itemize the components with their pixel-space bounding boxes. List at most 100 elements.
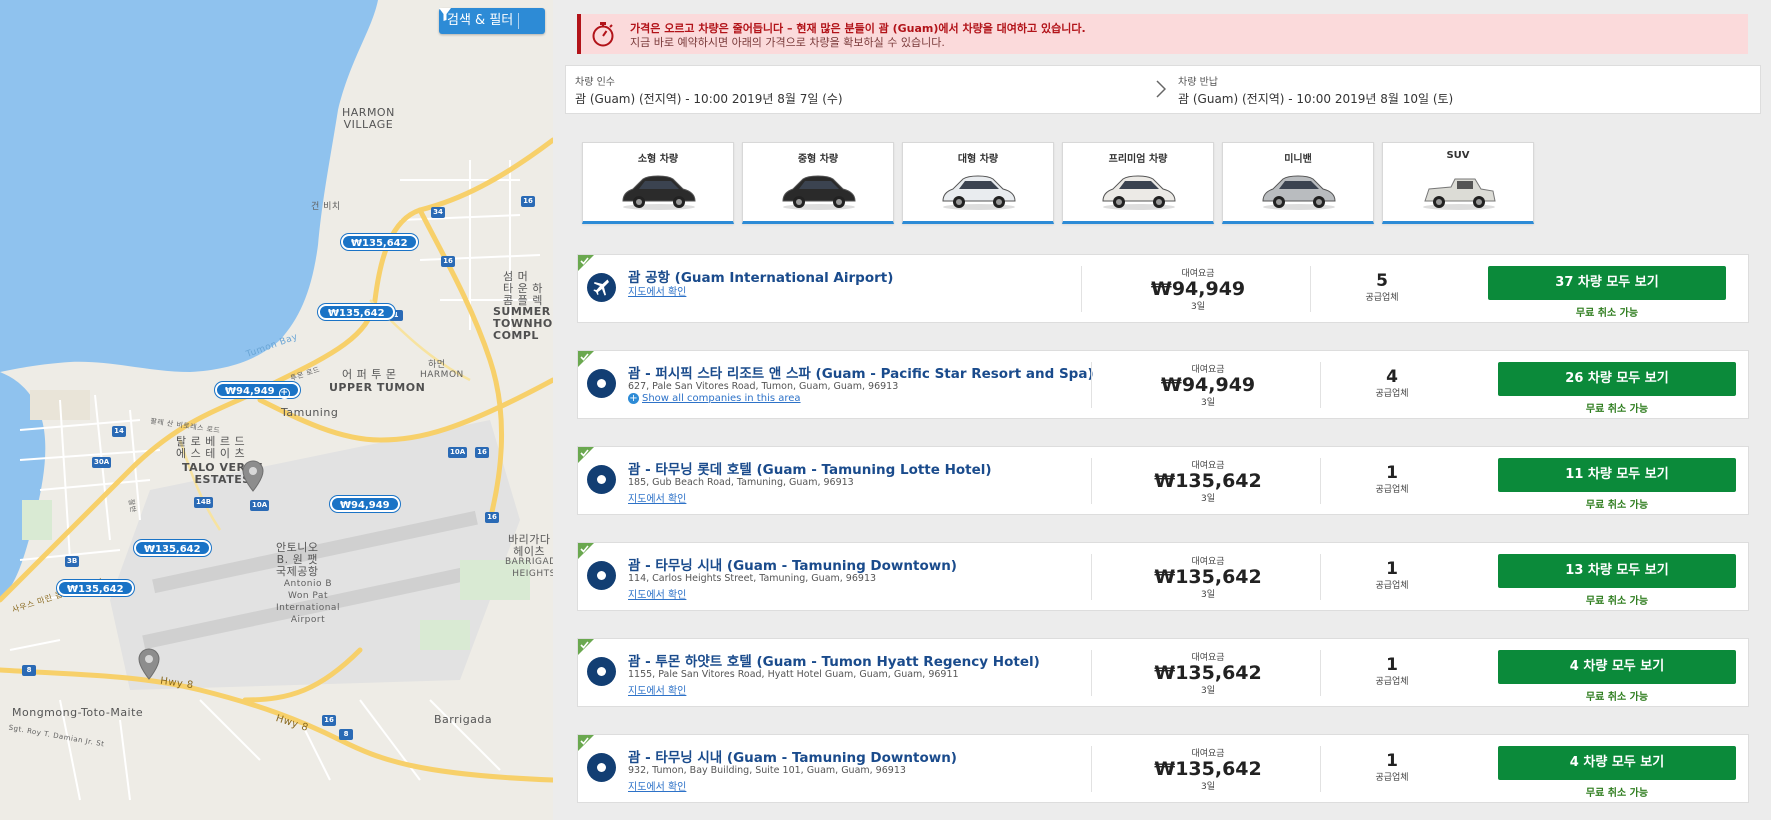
location-dot-icon xyxy=(597,667,606,676)
route-shield: 10A xyxy=(250,500,270,511)
view-all-cars-button[interactable]: 37 차량 모두 보기 xyxy=(1488,266,1726,300)
stopwatch-icon xyxy=(592,22,614,47)
route-shield: 30A xyxy=(92,457,112,468)
map-label-talo-verde-ko: 탈 로 베 르 드 에 스 테 이 츠 xyxy=(176,435,246,460)
column-divider xyxy=(1320,746,1321,792)
car-category-label: 중형 차량 xyxy=(797,154,839,165)
map[interactable]: HARMON VILLAGE 건 비치 Tumon Bay 어 퍼 투 몬 UP… xyxy=(0,0,553,820)
rental-days: 3일 xyxy=(1200,686,1215,696)
view-on-map-link[interactable]: 지도에서 확인 xyxy=(628,586,686,601)
supplier-block: 1 공급업체 xyxy=(1332,657,1452,688)
price-pin[interactable]: ₩94,949 + xyxy=(215,382,300,399)
car-category-1[interactable]: 소형 차량 xyxy=(582,142,734,224)
show-all-companies-link[interactable]: + Show all companies in this area xyxy=(628,393,801,404)
view-all-cars-button[interactable]: 11 차량 모두 보기 xyxy=(1498,458,1736,492)
price-value: ₩135,642 xyxy=(1154,758,1262,780)
route-shield: 16 xyxy=(521,196,535,207)
supplier-block: 4 공급업체 xyxy=(1332,369,1452,400)
location-row: 괌 - 투몬 하얏트 호텔 (Guam - Tumon Hyatt Regenc… xyxy=(577,638,1749,707)
location-address: 627, Pale San Vitores Road, Tumon, Guam,… xyxy=(628,381,899,392)
column-divider xyxy=(1310,266,1311,312)
route-shield: 16 xyxy=(441,256,455,267)
location-name[interactable]: 괌 - 타무닝 시내 (Guam - Tamuning Downtown) xyxy=(628,746,957,766)
car-category-2[interactable]: 중형 차량 xyxy=(742,142,894,224)
column-divider xyxy=(1320,554,1321,600)
button-divider xyxy=(518,13,519,29)
car-category-5[interactable]: 미니밴 xyxy=(1222,142,1374,224)
map-label-airport: Antonio B Won Pat International Airport xyxy=(276,579,340,625)
column-divider xyxy=(1091,650,1092,696)
column-divider xyxy=(1091,458,1092,504)
supplier-count: 1 xyxy=(1386,559,1398,579)
location-row: 괌 공항 (Guam International Airport) 지도에서 확인… xyxy=(577,254,1749,323)
search-filter-button[interactable]: 검색 & 필터 xyxy=(439,8,545,34)
route-shield: 8 xyxy=(339,729,353,740)
price-value: ₩135,642 xyxy=(1154,662,1262,684)
location-name[interactable]: 괌 - 투몬 하얏트 호텔 (Guam - Tumon Hyatt Regenc… xyxy=(628,650,1040,670)
free-cancellation-label: 무료 취소 가능 xyxy=(1575,308,1639,319)
supplier-label: 공급업체 xyxy=(1375,485,1409,495)
column-divider xyxy=(1320,458,1321,504)
route-shield: 3B xyxy=(65,556,80,567)
price-block: 대여요금 ₩135,642 3일 xyxy=(1128,650,1288,696)
car-image-icon xyxy=(1262,175,1336,210)
map-label-upper-tumon: UPPER TUMON xyxy=(329,381,426,394)
car-category-label: 대형 차량 xyxy=(957,154,999,165)
price-value: ₩94,949 xyxy=(1160,374,1256,396)
featured-check-icon xyxy=(578,447,594,463)
supplier-label: 공급업체 xyxy=(1375,677,1409,687)
location-dot-icon xyxy=(597,379,606,388)
rental-dates[interactable]: 차량 인수 괌 (Guam) (전지역) - 10:00 2019년 8월 7일… xyxy=(565,65,1761,114)
price-pin[interactable]: ₩135,642 xyxy=(341,234,418,250)
view-on-map-link[interactable]: 지도에서 확인 xyxy=(628,283,686,298)
rental-days: 3일 xyxy=(1200,398,1215,408)
return-value[interactable]: 괌 (Guam) (전지역) - 10:00 2019년 8월 10일 (토) xyxy=(1178,90,1453,107)
map-label-barrigada-heights: BARRIGADA HEIGHTS xyxy=(505,557,553,579)
supplier-block: 1 공급업체 xyxy=(1332,559,1452,592)
location-dot-icon xyxy=(597,475,606,484)
car-category-label: 소형 차량 xyxy=(637,154,679,165)
price-pin[interactable]: ₩135,642 xyxy=(57,580,134,596)
map-label-harmon-village: HARMON VILLAGE xyxy=(342,106,395,131)
view-on-map-link[interactable]: 지도에서 확인 xyxy=(628,682,686,697)
location-name[interactable]: 괌 - 퍼시픽 스타 리조트 앤 스파 (Guam - Pacific Star… xyxy=(628,362,1094,382)
view-on-map-link[interactable]: 지도에서 확인 xyxy=(628,490,686,505)
view-all-cars-button[interactable]: 4 차량 모두 보기 xyxy=(1498,746,1736,780)
route-shield: 16 xyxy=(322,715,336,726)
featured-check-icon xyxy=(578,351,594,367)
location-badge xyxy=(587,657,616,686)
chevron-right-icon xyxy=(1156,80,1166,98)
price-pin[interactable]: ₩94,949 xyxy=(330,496,400,512)
car-image-icon xyxy=(942,175,1016,210)
location-dot-icon xyxy=(597,571,606,580)
alert-message: 지금 바로 예약하시면 아래의 가격으로 차량을 확보하실 수 있습니다. xyxy=(630,36,945,49)
map-label-summer-ko: 섬 머 타 운 하 콤 플 렉 xyxy=(503,270,543,307)
map-label-barrigada: Barrigada xyxy=(434,713,493,726)
location-name[interactable]: 괌 - 타무닝 시내 (Guam - Tamuning Downtown) xyxy=(628,554,957,574)
free-cancellation-label: 무료 취소 가능 xyxy=(1585,788,1649,799)
view-all-cars-button[interactable]: 26 차량 모두 보기 xyxy=(1498,362,1736,396)
view-all-cars-button[interactable]: 4 차량 모두 보기 xyxy=(1498,650,1736,684)
rental-days: 3일 xyxy=(1200,782,1215,792)
view-all-cars-button[interactable]: 13 차량 모두 보기 xyxy=(1498,554,1736,588)
car-image-icon xyxy=(782,175,856,210)
column-divider xyxy=(1320,362,1321,408)
route-shield: 16 xyxy=(475,447,489,458)
car-category-3[interactable]: 대형 차량 xyxy=(902,142,1054,224)
car-image-icon xyxy=(1102,175,1176,210)
free-cancellation-label: 무료 취소 가능 xyxy=(1585,404,1649,415)
pickup-value[interactable]: 괌 (Guam) (전지역) - 10:00 2019년 8월 7일 (수) xyxy=(575,90,843,107)
price-pin[interactable]: ₩135,642 xyxy=(318,304,395,320)
map-marker-icon[interactable] xyxy=(242,460,264,492)
price-block: 대여요금 ₩94,949 3일 xyxy=(1118,266,1278,312)
location-badge xyxy=(587,561,616,590)
route-shield: 14B xyxy=(194,497,214,508)
price-block: 대여요금 ₩135,642 3일 xyxy=(1128,458,1288,504)
map-marker-icon[interactable] xyxy=(138,648,160,680)
price-pin[interactable]: ₩135,642 xyxy=(134,540,211,556)
car-category-4[interactable]: 프리미엄 차량 xyxy=(1062,142,1214,224)
view-on-map-link[interactable]: 지도에서 확인 xyxy=(628,778,686,793)
featured-check-icon xyxy=(578,639,594,655)
car-category-6[interactable]: SUV xyxy=(1382,142,1534,224)
location-name[interactable]: 괌 - 타무닝 롯데 호텔 (Guam - Tamuning Lotte Hot… xyxy=(628,458,992,478)
